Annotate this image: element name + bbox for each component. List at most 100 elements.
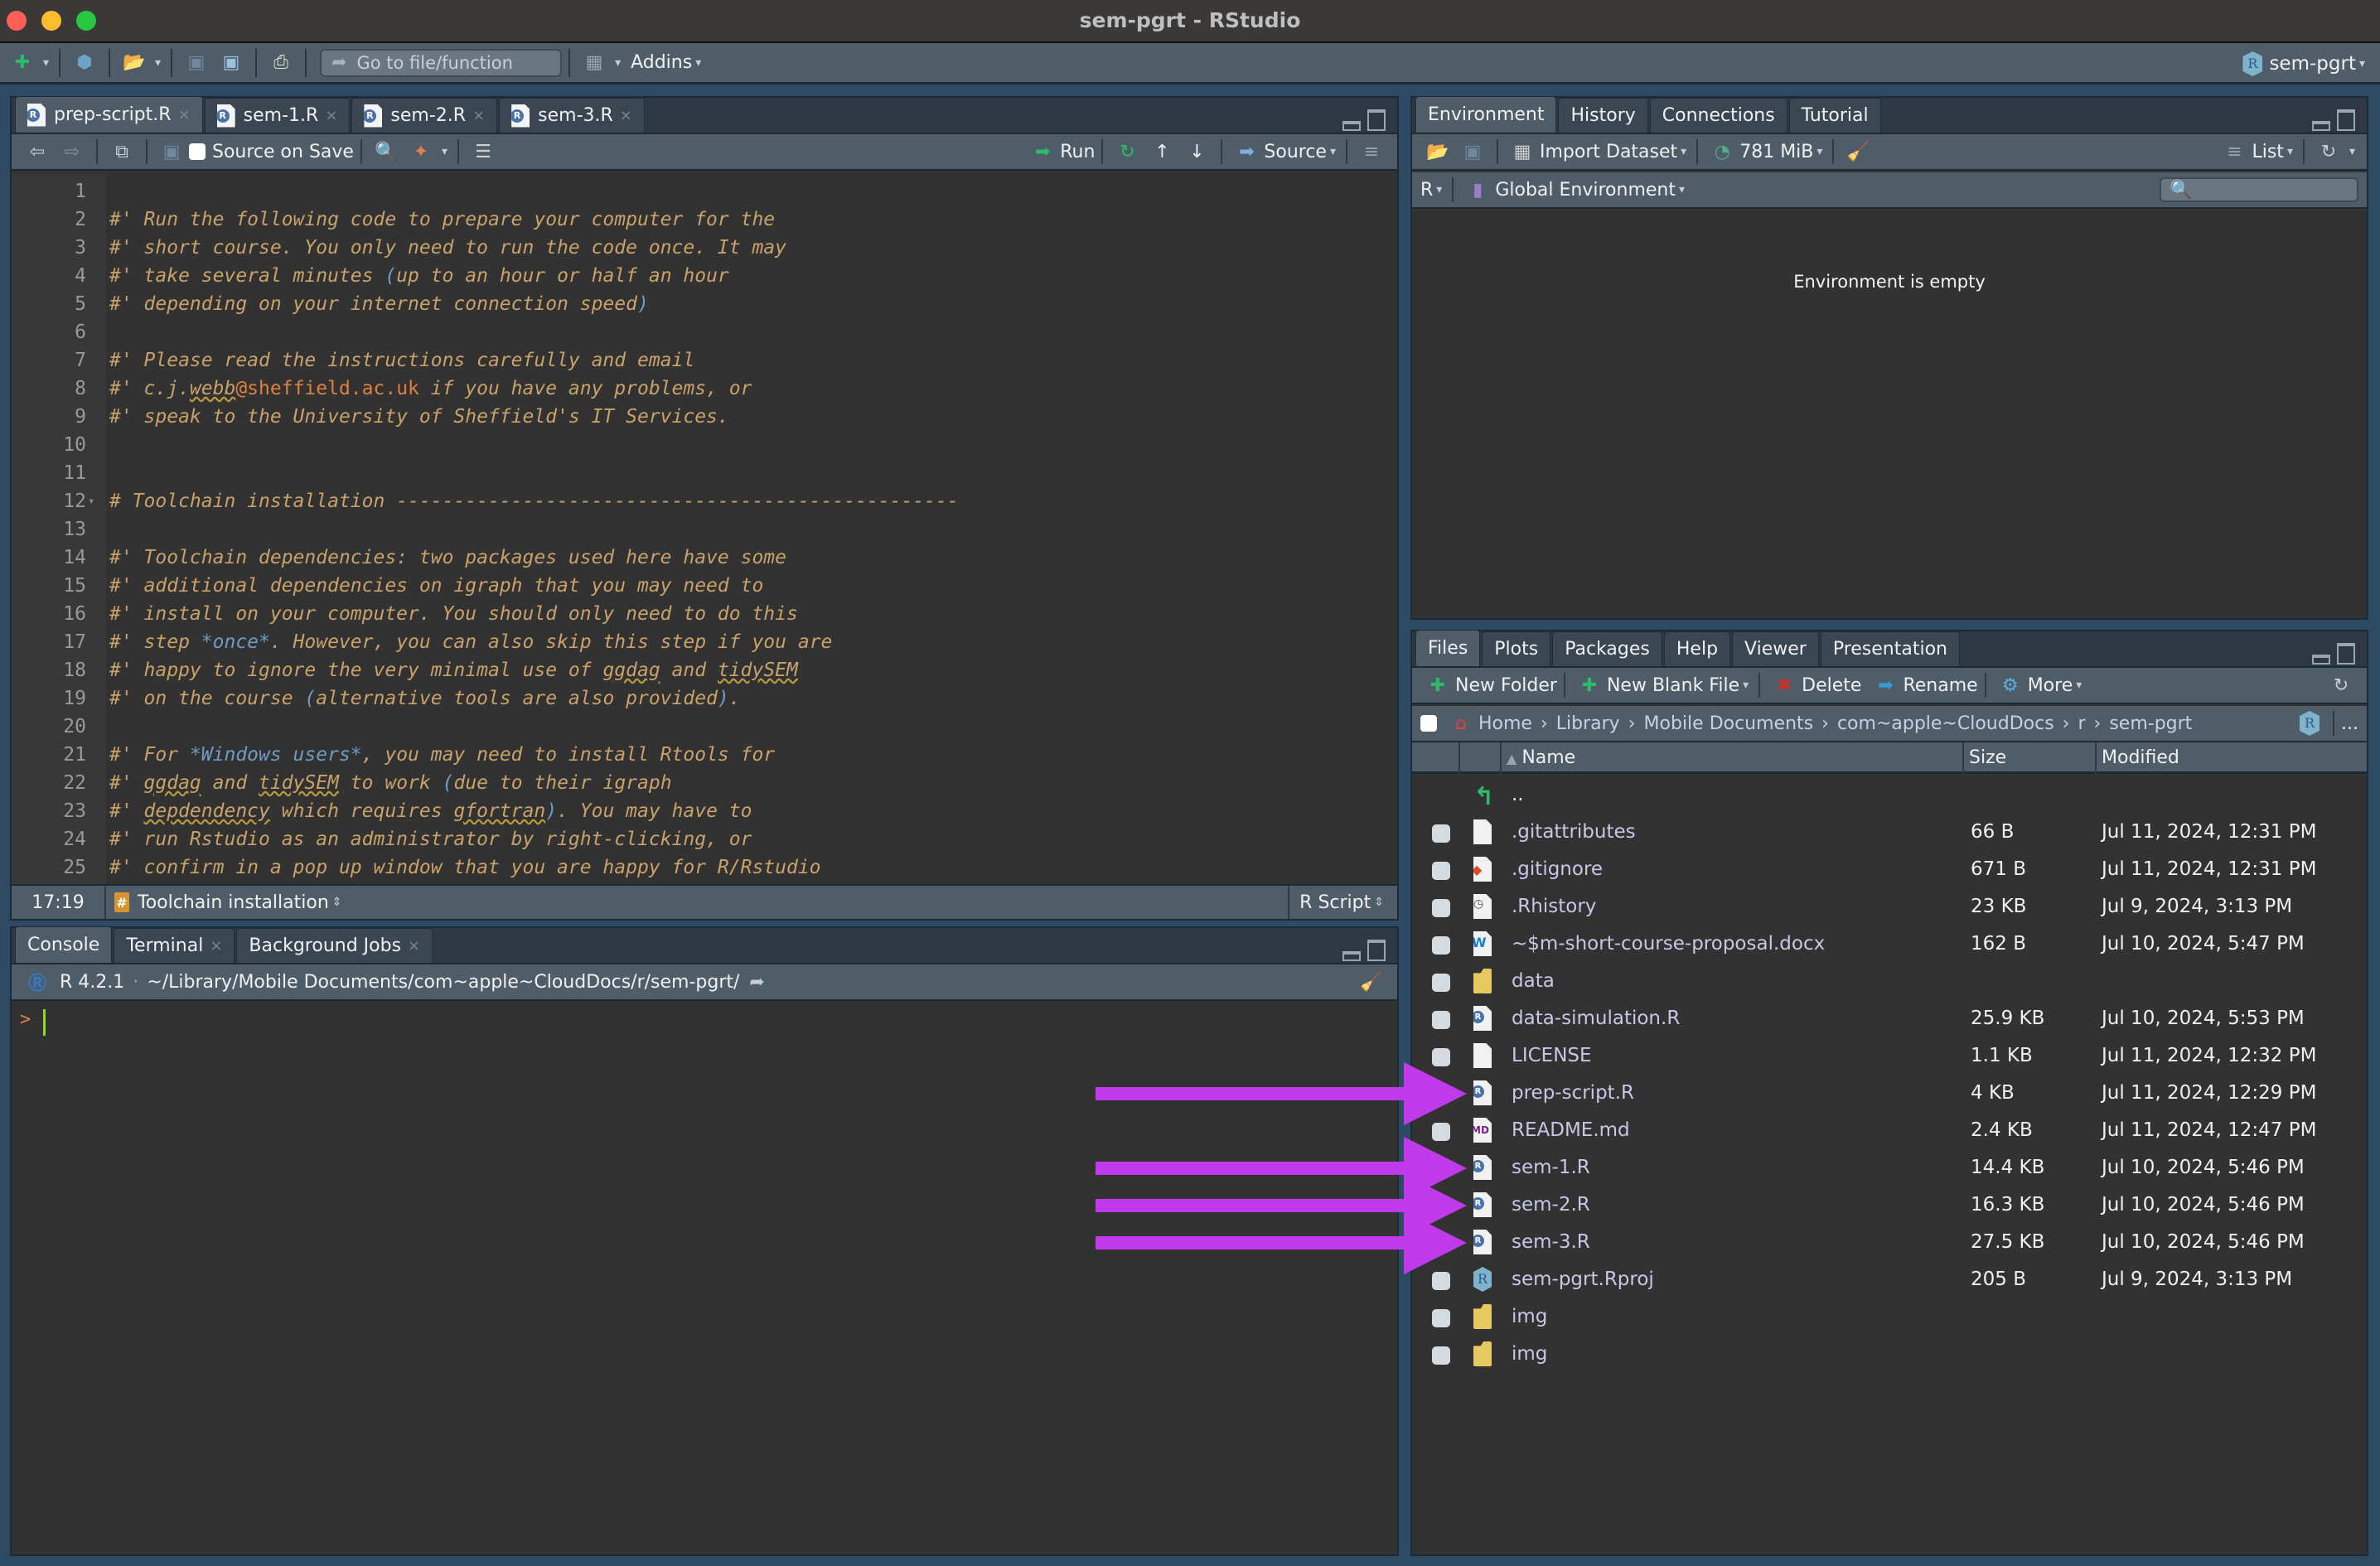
file-checkbox[interactable] (1432, 899, 1450, 917)
maximize-pane-icon[interactable] (2337, 109, 2355, 131)
back-icon[interactable]: ⇦ (25, 139, 50, 164)
tab-console[interactable]: Console (15, 926, 113, 963)
file-checkbox[interactable] (1432, 1048, 1450, 1066)
console-output[interactable]: > (12, 1003, 1397, 1554)
addins-menu[interactable]: Addins (631, 52, 692, 73)
tab-environment[interactable]: Environment (1415, 96, 1557, 133)
open-file-icon[interactable]: 📂 (120, 49, 148, 77)
load-workspace-icon[interactable]: 📂 (1425, 139, 1450, 164)
minimize-pane-icon[interactable] (2312, 121, 2330, 131)
source-on-save-checkbox[interactable] (189, 143, 206, 160)
more-path-button[interactable]: ... (2341, 713, 2358, 734)
tab-files[interactable]: Files (1415, 630, 1481, 666)
file-row[interactable]: Rsem-2.R 16.3 KB Jul 10, 2024, 5:46 PM (1412, 1187, 2367, 1225)
breadcrumb-item[interactable]: Mobile Documents (1644, 713, 1814, 734)
addins-dropdown-icon[interactable]: ▾ (695, 56, 701, 70)
close-tab-icon[interactable]: × (408, 937, 420, 955)
compile-report-icon[interactable]: ☰ (471, 139, 496, 164)
open-file-dropdown-icon[interactable]: ▾ (155, 56, 161, 70)
close-tab-icon[interactable]: × (472, 107, 485, 124)
more-button[interactable]: More (2028, 675, 2073, 696)
code-line[interactable]: 7 #' Please read the instructions careful… (12, 346, 1397, 375)
file-checkbox[interactable] (1432, 1309, 1450, 1327)
run-button[interactable]: Run (1060, 142, 1095, 162)
language-dropdown-icon[interactable]: ▾ (1436, 183, 1442, 196)
select-all-checkbox[interactable] (1420, 715, 1437, 732)
more-dropdown-icon[interactable]: ▾ (2076, 679, 2082, 692)
view-mode-dropdown[interactable]: List (2252, 142, 2283, 162)
code-line[interactable]: 20 (12, 713, 1397, 741)
file-checkbox[interactable] (1432, 936, 1450, 955)
file-name-link[interactable]: img (1512, 1306, 1547, 1327)
language-selector[interactable]: R (1420, 180, 1433, 201)
maximize-pane-icon[interactable] (2337, 643, 2355, 665)
file-name-link[interactable]: .Rhistory (1512, 896, 1596, 917)
delete-button[interactable]: Delete (1802, 675, 1861, 696)
code-line[interactable]: 25 #' confirm in a pop up window that you… (12, 853, 1397, 882)
go-to-next-section-icon[interactable]: ↓ (1184, 139, 1209, 164)
file-row[interactable]: ◆ .gitignore 671 B Jul 11, 2024, 12:31 PM (1412, 852, 2367, 889)
file-row[interactable]: img (1412, 1299, 2367, 1336)
close-tab-icon[interactable]: × (210, 937, 222, 955)
clear-workspace-icon[interactable]: 🧹 (1845, 139, 1870, 164)
tab-presentation[interactable]: Presentation (1820, 631, 1960, 666)
clear-console-icon[interactable]: 🧹 (1359, 969, 1384, 994)
code-line[interactable]: 21 #' For *Windows users*, you may need t… (12, 741, 1397, 769)
file-row[interactable]: Rdata-simulation.R 25.9 KB Jul 10, 2024, 5… (1412, 1001, 2367, 1038)
file-checkbox[interactable] (1432, 1272, 1450, 1290)
file-row[interactable]: W ~$m-short-course-proposal.docx 162 B Jul … (1412, 926, 2367, 964)
find-replace-icon[interactable]: 🔍 (374, 139, 399, 164)
home-icon[interactable]: ⌂ (1449, 711, 1473, 736)
new-project-icon[interactable]: ⬢ (70, 49, 99, 77)
project-menu[interactable]: R sem-pgrt ▾ (2242, 51, 2368, 76)
code-line[interactable]: 23 #' depdendency which requires gfortran… (12, 797, 1397, 825)
tab-background-jobs[interactable]: Background Jobs × (236, 928, 433, 963)
tab-help[interactable]: Help (1663, 631, 1731, 666)
section-updown-icon[interactable]: ⇕ (332, 896, 342, 909)
modified-column-header[interactable]: Modified (2095, 742, 2368, 774)
file-row[interactable]: img (1412, 1336, 2367, 1374)
minimize-pane-icon[interactable] (1342, 121, 1361, 131)
code-line[interactable]: 12 ▾ # Toolchain installation ------------… (12, 487, 1397, 515)
code-tools-dropdown-icon[interactable]: ▾ (442, 145, 447, 158)
file-row[interactable]: Rsem-3.R 27.5 KB Jul 10, 2024, 5:46 PM (1412, 1225, 2367, 1262)
code-tools-icon[interactable]: ✦ (409, 139, 433, 164)
size-column-header[interactable]: Size (1962, 742, 2095, 774)
file-name-link[interactable]: data-simulation.R (1512, 1008, 1680, 1029)
document-outline-icon[interactable]: ≡ (1359, 139, 1384, 164)
new-folder-button[interactable]: New Folder (1455, 675, 1557, 696)
maximize-pane-icon[interactable] (1367, 109, 1386, 131)
code-line[interactable]: 3 #' short course. You only need to run t… (12, 234, 1397, 262)
go-to-file-function-input[interactable]: ➦ Go to file/function (320, 48, 563, 77)
show-in-window-icon[interactable]: ⧉ (109, 139, 134, 164)
file-checkbox[interactable] (1432, 1235, 1450, 1253)
section-navigator[interactable]: Toolchain installation (138, 892, 329, 913)
source-dropdown-icon[interactable]: ▾ (1330, 145, 1336, 158)
file-name-link[interactable]: ~$m-short-course-proposal.docx (1512, 933, 1825, 955)
scope-dropdown-icon[interactable]: ▾ (1679, 183, 1685, 196)
file-row[interactable]: Rsem-pgrt.Rproj 205 B Jul 9, 2024, 3:13 PM (1412, 1262, 2367, 1299)
import-dataset-button[interactable]: Import Dataset (1540, 142, 1677, 162)
fold-toggle-icon[interactable]: ▾ (88, 487, 94, 515)
code-editor[interactable]: 1 2 #' Run the following code to prepare y… (12, 174, 1397, 884)
file-name-link[interactable]: data (1512, 970, 1555, 992)
memory-dropdown-icon[interactable]: ▾ (1816, 145, 1822, 158)
file-name-link[interactable]: prep-script.R (1512, 1082, 1634, 1104)
tab-history[interactable]: History (1558, 98, 1648, 133)
name-column-header[interactable]: ▲ Name (1500, 742, 1957, 774)
code-line[interactable]: 11 (12, 459, 1397, 487)
go-to-project-directory-icon[interactable]: R (2300, 711, 2320, 736)
close-tab-icon[interactable]: × (620, 107, 632, 124)
file-checkbox[interactable] (1432, 1011, 1450, 1029)
file-type-selector[interactable]: R Script ⇕ (1288, 886, 1397, 919)
editor-tab-prep-script[interactable]: prep-script.R × (15, 96, 203, 133)
file-checkbox[interactable] (1432, 1197, 1450, 1216)
rename-button[interactable]: Rename (1903, 675, 1977, 696)
tab-plots[interactable]: Plots (1482, 631, 1551, 666)
breadcrumb-item[interactable]: r (2078, 713, 2085, 734)
source-button[interactable]: Source (1264, 142, 1327, 162)
tab-tutorial[interactable]: Tutorial (1788, 98, 1881, 133)
editor-tab-sem-1[interactable]: sem-1.R × (204, 98, 351, 133)
forward-icon[interactable]: ⇨ (60, 139, 85, 164)
code-line[interactable]: 13 (12, 515, 1397, 544)
